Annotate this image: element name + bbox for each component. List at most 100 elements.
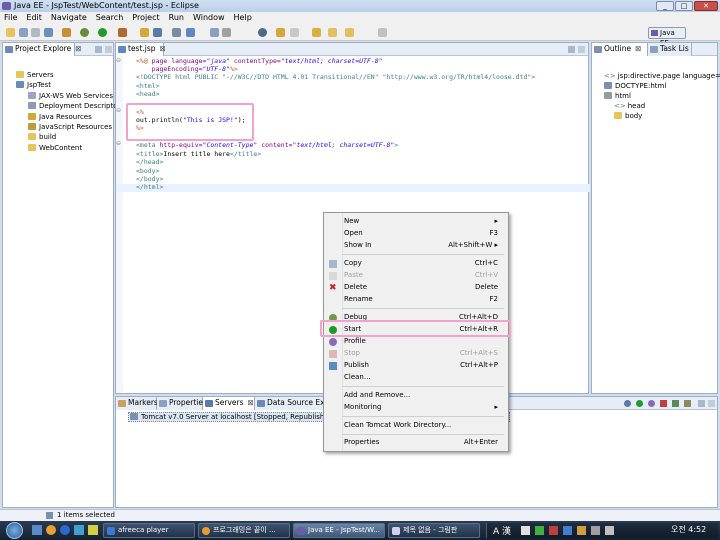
code-line-7[interactable]: out.println("This is JSP!"); — [136, 116, 246, 124]
tray-icon[interactable] — [549, 526, 558, 535]
volume-icon[interactable] — [605, 526, 614, 535]
menu-item-add-remove[interactable]: Add and Remove... — [344, 390, 502, 401]
external-tools-icon[interactable] — [118, 28, 127, 37]
last-edit-icon[interactable] — [312, 28, 321, 37]
open-resource-icon[interactable] — [153, 28, 162, 37]
fold-marker[interactable]: ⊖ — [116, 141, 122, 147]
network-icon[interactable] — [591, 526, 600, 535]
menu-item-rename[interactable]: Rename F2 — [344, 294, 502, 305]
back-icon[interactable] — [328, 28, 337, 37]
annotation-prev-icon[interactable] — [290, 28, 299, 37]
globe-icon[interactable] — [258, 28, 267, 37]
menu-item-publish[interactable]: Publish Ctrl+Alt+P — [329, 360, 502, 371]
menu-run[interactable]: Run — [169, 12, 184, 24]
tree-item-webcontent[interactable]: WebContent — [28, 143, 82, 153]
menu-edit[interactable]: Edit — [26, 12, 42, 24]
fold-marker[interactable]: ⊖ — [116, 58, 122, 64]
outline-item[interactable]: <>jsp:directive.page language=java — [604, 71, 720, 81]
menu-item-clean-tomcat-work-directory[interactable]: Clean Tomcat Work Directory... — [344, 420, 502, 431]
debug-icon[interactable] — [80, 28, 89, 37]
code-line-5[interactable]: <head> — [136, 90, 159, 98]
server-icon[interactable] — [44, 28, 53, 37]
new-icon[interactable] — [6, 28, 15, 37]
start-orb-icon[interactable] — [6, 522, 23, 539]
code-line-8[interactable]: %> — [136, 124, 144, 132]
maximize-editor-icon[interactable] — [578, 46, 585, 53]
menu-file[interactable]: File — [4, 12, 17, 24]
publish-server-icon[interactable] — [672, 400, 679, 407]
menu-item-monitoring[interactable]: Monitoring ▸ — [344, 402, 502, 413]
close-tab-icon[interactable]: ⊠ — [248, 398, 254, 407]
menu-item-paste[interactable]: Paste Ctrl+V — [329, 270, 502, 281]
clock[interactable]: 오전 4:52 — [671, 524, 706, 535]
taskbar-item-browser[interactable]: 프로그래밍은 끝이 ... — [198, 523, 290, 538]
tree-item-deployment-descriptor[interactable]: Deployment Descriptor: — [28, 101, 123, 111]
new-wizard-icon[interactable] — [62, 28, 71, 37]
minimize-view-icon[interactable] — [698, 400, 705, 407]
menu-item-clean[interactable]: Clean... — [344, 372, 502, 383]
debug-server-icon[interactable] — [624, 400, 631, 407]
menu-item-profile[interactable]: Profile — [329, 336, 502, 347]
tab-data-source-explorer[interactable]: Data Source Explo — [255, 397, 336, 410]
menu-search[interactable]: Search — [96, 12, 123, 24]
tab-properties[interactable]: Properties — [157, 397, 207, 410]
tab-servers[interactable]: Servers ⊠ — [203, 397, 255, 410]
ie-icon[interactable] — [60, 525, 70, 535]
code-line-3[interactable]: <!DOCTYPE html PUBLIC "-//W3C//DTD HTML … — [136, 73, 535, 81]
menu-item-show-in[interactable]: Show In Alt+Shift+W ▸ — [344, 240, 502, 251]
tab-outline[interactable]: Outline ⊠ — [592, 43, 648, 56]
menu-item-stop[interactable]: Stop Ctrl+Alt+S — [329, 348, 502, 359]
code-line-11[interactable]: </head> — [136, 158, 163, 166]
show-desktop-icon[interactable] — [32, 525, 42, 535]
start-server-icon[interactable] — [636, 400, 643, 407]
forward-history-icon[interactable] — [378, 28, 387, 37]
taskbar-item-paint[interactable]: 제목 없음 - 그림판 — [388, 523, 480, 538]
ime-indicator[interactable]: A 漢 — [493, 524, 511, 537]
forward-icon[interactable] — [345, 28, 354, 37]
tab-project-explorer[interactable]: Project Explore ⊠ — [3, 43, 82, 56]
messenger-icon[interactable] — [74, 525, 84, 535]
code-line-9[interactable]: <meta http-equiv="Content-Type" content=… — [136, 141, 398, 149]
annotation-next-icon[interactable] — [276, 28, 285, 37]
menu-project[interactable]: Project — [132, 12, 159, 24]
tray-icon[interactable] — [577, 526, 586, 535]
outline-item[interactable]: body — [614, 111, 642, 121]
save-icon[interactable] — [19, 28, 28, 37]
minimize-editor-icon[interactable] — [568, 46, 575, 53]
profile-server-icon[interactable] — [648, 400, 655, 407]
menu-item-new[interactable]: New ▸ — [344, 216, 502, 227]
web-browser-icon[interactable] — [186, 28, 195, 37]
run-icon[interactable] — [98, 28, 107, 37]
minimize-button[interactable]: _ — [656, 1, 674, 11]
fold-marker[interactable]: ⊖ — [116, 108, 122, 114]
outline-item[interactable]: html — [604, 91, 631, 101]
code-line-14[interactable]: </html> — [136, 183, 163, 191]
maximize-view-icon[interactable] — [708, 400, 715, 407]
tray-icon[interactable] — [521, 526, 530, 535]
search-icon[interactable] — [172, 28, 181, 37]
tab-markers[interactable]: Markers — [116, 397, 158, 410]
tree-item-java-resources[interactable]: Java Resources — [28, 112, 92, 122]
outline-item[interactable]: DOCTYPE:html — [604, 81, 666, 91]
tray-icon[interactable] — [563, 526, 572, 535]
firefox-icon[interactable] — [46, 525, 56, 535]
server-row-tomcat[interactable]: Tomcat v7.0 Server at localhost [Stopped… — [130, 412, 327, 422]
minimize-view-icon[interactable] — [105, 46, 112, 53]
block-selection-icon[interactable] — [222, 28, 231, 37]
taskbar-item-eclipse[interactable]: Java EE - JspTest/W... — [293, 523, 385, 538]
outline-item[interactable]: <> head — [614, 101, 645, 111]
close-tab-icon[interactable]: ⊠ — [635, 44, 641, 53]
print-icon[interactable] — [31, 28, 40, 37]
menu-item-open[interactable]: Open F3 — [344, 228, 502, 239]
tree-item-servers[interactable]: Servers — [16, 70, 54, 80]
menu-item-delete[interactable]: ✖ Delete Delete — [329, 282, 502, 293]
tree-item-jsptest[interactable]: JspTest — [16, 80, 51, 90]
disconnect-icon[interactable] — [684, 400, 691, 407]
menu-item-copy[interactable]: Copy Ctrl+C — [329, 258, 502, 269]
menu-item-properties[interactable]: Properties Alt+Enter — [344, 437, 502, 448]
toggle-mark-icon[interactable] — [210, 28, 219, 37]
close-tab-icon[interactable]: ⊠ — [75, 44, 81, 53]
menu-help[interactable]: Help — [234, 12, 252, 24]
tab-task-list[interactable]: Task Lis — [648, 43, 692, 56]
perspective-java-ee[interactable]: Java EE — [648, 27, 686, 47]
